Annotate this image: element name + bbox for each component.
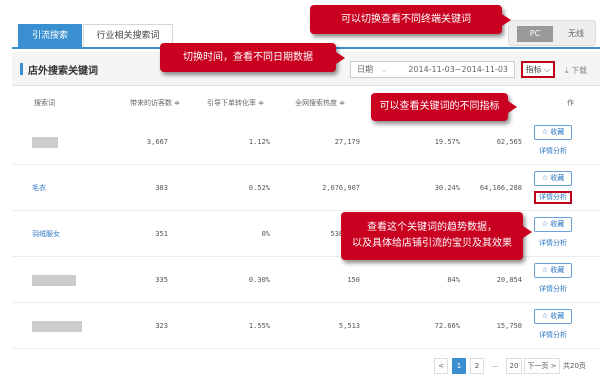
page-ellipsis: … <box>488 358 502 374</box>
favorite-button[interactable]: ☆ 收藏 <box>534 263 572 278</box>
favorite-button[interactable]: ☆ 收藏 <box>534 309 572 324</box>
tab-industry-keywords[interactable]: 行业相关搜索词 <box>83 24 173 47</box>
callout-date: 切换时间，查看不同日期数据 <box>160 43 345 72</box>
cell-col4: 72.66% <box>434 322 460 330</box>
next-page-button[interactable]: 下一页 > <box>524 358 560 374</box>
col-visits[interactable]: 带来的访客数 ≑ <box>130 98 180 108</box>
section-accent-bar <box>20 63 23 75</box>
cell-col5: 64,166,288 <box>479 184 522 192</box>
cell-heat: 27,179 <box>334 138 360 146</box>
callout-arrow <box>336 52 345 64</box>
date-range-value: 2014-11-03~2014-11-03 <box>408 65 508 74</box>
cell-col5: 20,854 <box>496 276 522 284</box>
page-2-button[interactable]: 2 <box>470 358 484 374</box>
tab-traffic-keywords[interactable]: 引流搜索词 <box>18 24 82 64</box>
detail-analysis-link[interactable]: 详情分析 <box>534 191 572 204</box>
prev-page-button[interactable]: < <box>434 358 448 374</box>
favorite-button[interactable]: ☆ 收藏 <box>534 171 572 186</box>
device-toggle: PC 无线 <box>508 20 596 46</box>
cell-conversion: 0% <box>261 230 270 238</box>
callout-arrow <box>502 14 511 26</box>
cell-col4: 19.57% <box>434 138 460 146</box>
callout-text-line2: 以及具体给店铺引流的宝贝及其效果 <box>352 238 512 249</box>
date-label: 日期 <box>357 65 373 74</box>
download-label: 下载 <box>571 66 588 75</box>
keyword-link[interactable]: 羽绒服女 <box>32 211 60 257</box>
keyword-redacted <box>32 137 58 148</box>
keyword-redacted <box>32 275 76 286</box>
callout-device-toggle: 可以切换查看不同终端关键词 <box>310 5 511 34</box>
table-row: 毛衣 383 0.52% 2,076,907 30.24% 64,166,288… <box>12 165 600 211</box>
callout-arrow <box>523 226 532 238</box>
callout-text: 可以查看关键词的不同指标 <box>379 101 500 112</box>
cell-visits: 383 <box>155 184 168 192</box>
chevron-down-icon: ⌵ <box>381 65 388 74</box>
cell-col5: 15,750 <box>496 322 522 330</box>
toggle-pc-button[interactable]: PC <box>517 26 553 42</box>
callout-text: 可以切换查看不同终端关键词 <box>341 14 471 25</box>
cell-col4: 84% <box>447 276 460 284</box>
section-title: 店外搜索关键词 <box>28 66 98 77</box>
detail-analysis-link[interactable]: 详情分析 <box>534 283 572 296</box>
keyword-link[interactable]: 毛衣 <box>32 165 46 211</box>
callout-text-line1: 查看这个关键词的趋势数据， <box>367 222 497 233</box>
toggle-wireless-button[interactable]: 无线 <box>561 26 591 42</box>
cell-heat: 5,513 <box>338 322 360 330</box>
cell-conversion: 1.55% <box>248 322 270 330</box>
page-20-button[interactable]: 20 <box>506 358 522 374</box>
metric-select-button[interactable]: 指标 ⌵ <box>521 61 555 78</box>
keyword-redacted <box>32 321 82 332</box>
date-picker[interactable]: 日期 ⌵ 2014-11-03~2014-11-03 <box>350 61 515 78</box>
detail-analysis-link[interactable]: 详情分析 <box>534 329 572 342</box>
chevron-down-icon: ⌵ <box>541 65 551 74</box>
cell-visits: 335 <box>155 276 168 284</box>
favorite-button[interactable]: ☆ 收藏 <box>534 125 572 140</box>
table-row: 335 0.30% 150 84% 20,854 ☆ 收藏 详情分析 <box>12 257 600 303</box>
col-heat[interactable]: 全网搜索热度 ≑ <box>295 98 345 108</box>
cell-heat: 150 <box>347 276 360 284</box>
cell-visits: 3,667 <box>146 138 168 146</box>
detail-analysis-link[interactable]: 详情分析 <box>534 145 572 158</box>
cell-conversion: 1.12% <box>248 138 270 146</box>
metric-label: 指标 <box>525 65 542 74</box>
cell-col5: 62,565 <box>496 138 522 146</box>
callout-metric: 可以查看关键词的不同指标 <box>371 93 517 121</box>
col-action: 作 <box>567 99 574 107</box>
table-row: 3,667 1.12% 27,179 19.57% 62,565 ☆ 收藏 详情… <box>12 119 600 165</box>
cell-visits: 323 <box>155 322 168 330</box>
page-1-button[interactable]: 1 <box>452 358 466 374</box>
cell-heat: 2,076,907 <box>322 184 360 192</box>
cell-visits: 351 <box>155 230 168 238</box>
cell-conversion: 0.52% <box>248 184 270 192</box>
cell-col4: 30.24% <box>434 184 460 192</box>
detail-analysis-link[interactable]: 详情分析 <box>534 237 572 250</box>
favorite-button[interactable]: ☆ 收藏 <box>534 217 572 232</box>
callout-arrow <box>508 101 517 113</box>
cell-conversion: 0.30% <box>248 276 270 284</box>
table-row: 323 1.55% 5,513 72.66% 15,750 ☆ 收藏 详情分析 <box>12 303 600 349</box>
download-button[interactable]: ⤓ 下载 <box>565 65 587 76</box>
col-conversion[interactable]: 引导下单转化率 ≑ <box>207 98 264 108</box>
callout-detail: 查看这个关键词的趋势数据， 以及具体给店铺引流的宝贝及其效果 <box>341 212 532 260</box>
page-total: 共20页 <box>563 362 586 370</box>
col-keyword: 搜索词 <box>34 99 55 107</box>
callout-text: 切换时间，查看不同日期数据 <box>183 52 313 63</box>
